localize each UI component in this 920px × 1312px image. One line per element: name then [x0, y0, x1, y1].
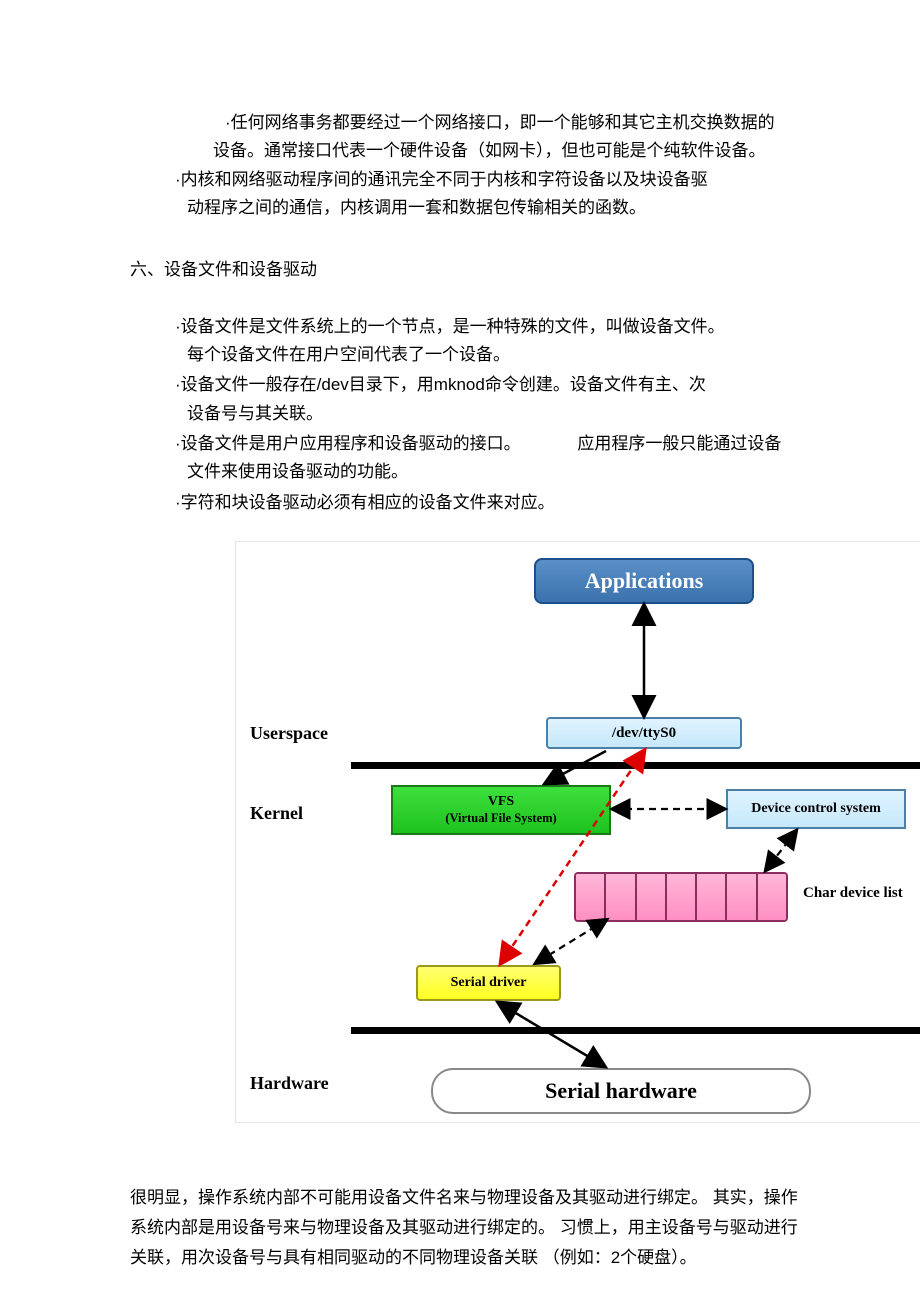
box-vfs: VFS (Virtual File System) [391, 785, 611, 835]
body-paragraph: 很明显，操作系统内部不可能用设备文件名来与物理设备及其驱动进行绑定。 其实，操作… [130, 1183, 800, 1272]
bullet-continuation: 设备号与其关联。 [187, 401, 800, 427]
section-title: 六、设备文件和设备驱动 [130, 257, 800, 283]
bullet-continuation: 每个设备文件在用户空间代表了一个设备。 [187, 342, 800, 368]
bullet-continuation: 设备。通常接口代表一个硬件设备（如网卡），但也可能是个纯软件设备。 [213, 138, 800, 164]
bullet-text: ·内核和网络驱动程序间的通讯完全不同于内核和字符设备以及块设备驱 [175, 167, 800, 193]
bullet-text: ·设备文件一般存在/dev目录下，用mknod命令创建。设备文件有主、次 [175, 372, 800, 398]
section-bullet-group: ·设备文件是文件系统上的一个节点，是一种特殊的文件，叫做设备文件。 每个设备文件… [130, 314, 800, 516]
label-char-device-list: Char device list [803, 882, 903, 905]
divider-line [351, 1027, 920, 1034]
box-dev-tty: /dev/ttyS0 [546, 717, 742, 749]
diagram-label-userspace: Userspace [250, 720, 328, 748]
divider-line [351, 762, 920, 769]
bullet-text: ·设备文件是用户应用程序和设备驱动的接口。 应用程序一般只能通过设备 [175, 431, 800, 457]
architecture-diagram: Userspace Kernel Hardware Applications /… [235, 541, 920, 1123]
bullet-text: ·字符和块设备驱动必须有相应的设备文件来对应。 [175, 490, 800, 516]
bullet-continuation: 动程序之间的通信，内核调用一套和数据包传输相关的函数。 [187, 195, 800, 221]
vfs-line1: VFS [488, 794, 514, 811]
bullet-text: ·设备文件是文件系统上的一个节点，是一种特殊的文件，叫做设备文件。 [175, 314, 800, 340]
vfs-line2: (Virtual File System) [445, 811, 556, 826]
bullet-text: ·任何网络事务都要经过一个网络接口，即一个能够和其它主机交换数据的 [225, 110, 800, 136]
top-bullet-group: ·任何网络事务都要经过一个网络接口，即一个能够和其它主机交换数据的 设备。通常接… [130, 110, 800, 221]
diagram-label-kernel: Kernel [250, 800, 303, 828]
box-device-control-system: Device control system [726, 789, 906, 829]
box-applications: Applications [534, 558, 754, 604]
bullet-continuation: 文件来使用设备驱动的功能。 [187, 459, 800, 485]
document-page: ·任何网络事务都要经过一个网络接口，即一个能够和其它主机交换数据的 设备。通常接… [0, 0, 920, 1312]
box-serial-driver: Serial driver [416, 965, 561, 1001]
diagram-label-hardware: Hardware [250, 1070, 329, 1098]
box-char-device-list [574, 872, 788, 922]
box-serial-hardware: Serial hardware [431, 1068, 811, 1114]
